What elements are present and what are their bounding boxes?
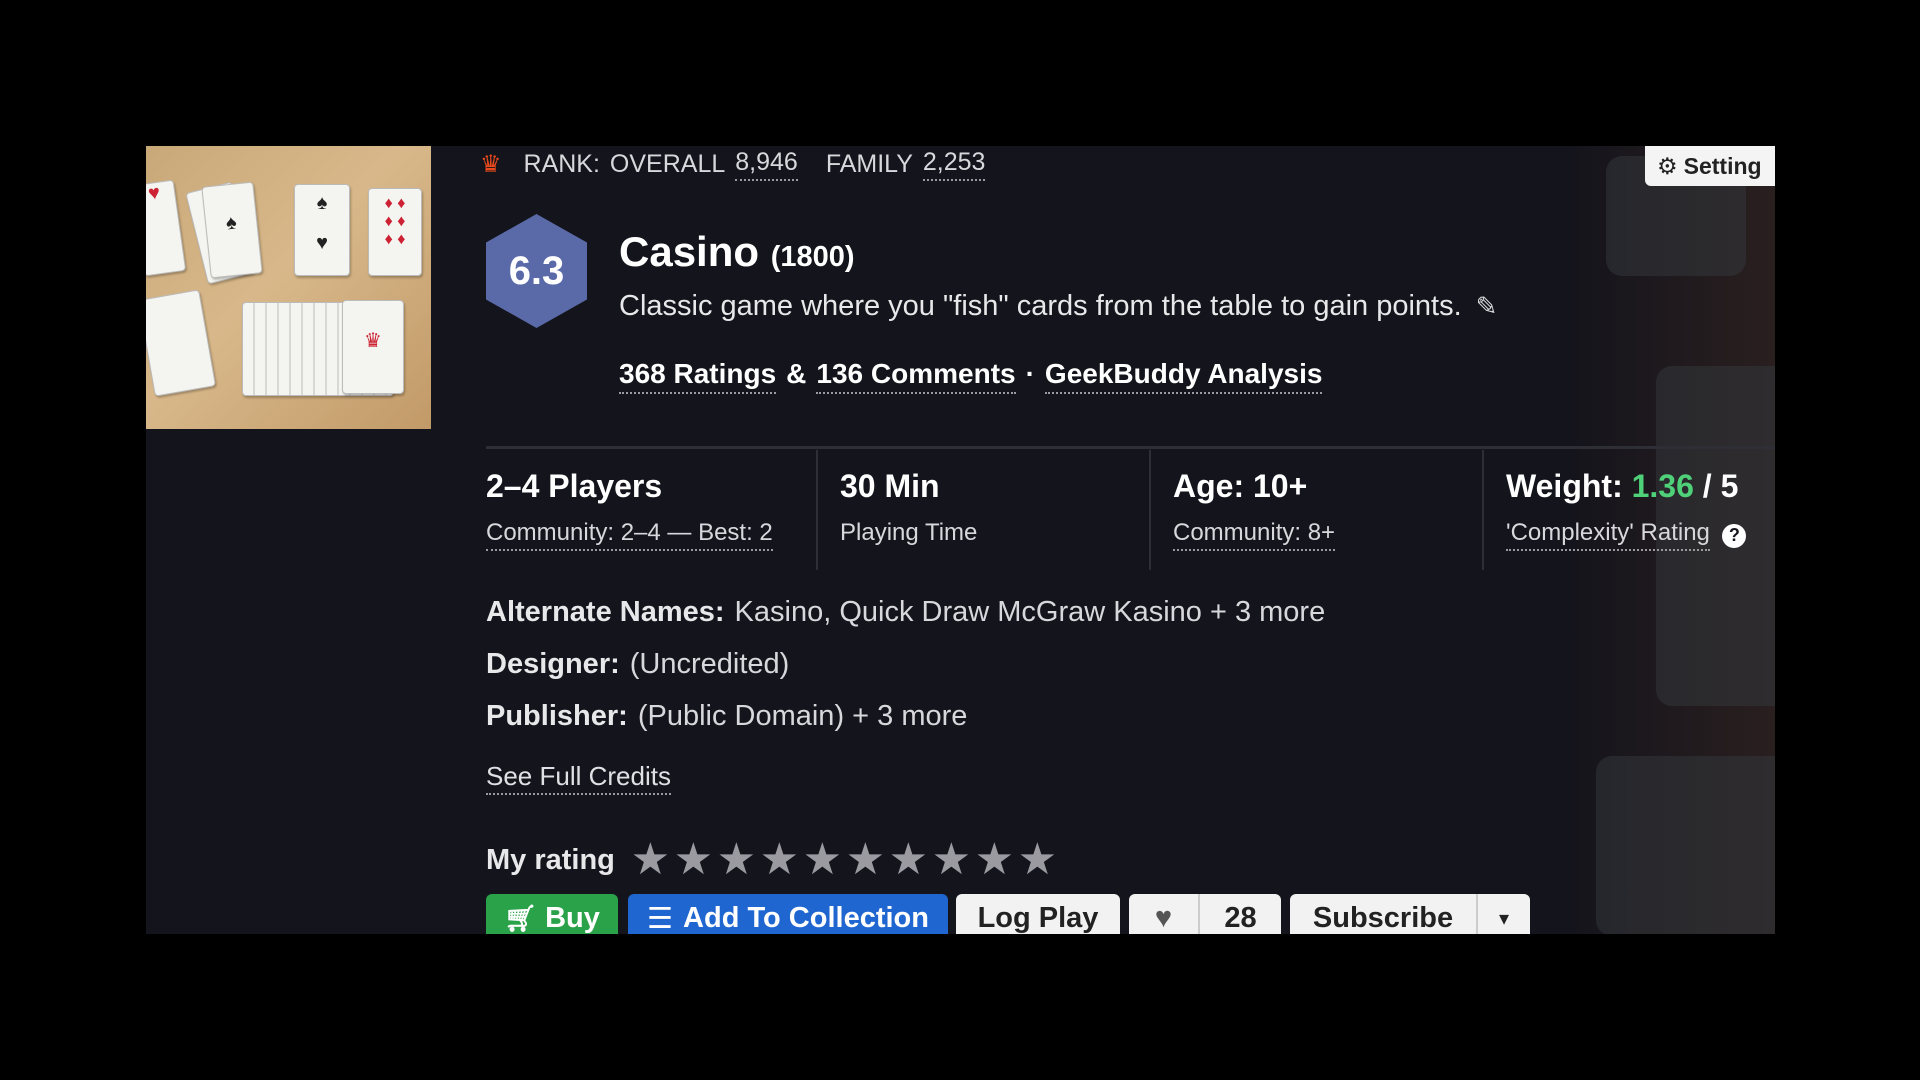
buy-button[interactable]: 🛒︎ Buy	[486, 894, 618, 934]
alt-names-value[interactable]: Kasino, Quick Draw McGraw Kasino + 3 mor…	[735, 596, 1326, 628]
help-icon[interactable]: ?	[1722, 523, 1747, 548]
publisher-label: Publisher:	[486, 700, 628, 732]
alternate-names: Alternate Names: Kasino, Quick Draw McGra…	[486, 596, 1325, 629]
stat-time: 30 Min Playing Time	[840, 468, 977, 547]
stat-players: 2–4 Players Community: 2–4 — Best: 2	[486, 468, 773, 551]
crown-icon: ♛	[480, 150, 502, 178]
players-community-link[interactable]: Community: 2–4 — Best: 2	[486, 519, 773, 551]
age-community-link[interactable]: Community: 8+	[1173, 519, 1336, 551]
stat-age: Age: 10+ Community: 8+	[1173, 468, 1336, 551]
game-title: Casino (1800)	[619, 228, 855, 276]
see-full-credits-link[interactable]: See Full Credits	[486, 761, 671, 795]
log-play-label: Log Play	[977, 901, 1099, 934]
time-label: Playing Time	[840, 519, 978, 546]
rank-overall-label: OVERALL	[609, 149, 726, 178]
star-icon[interactable]: ★	[758, 838, 801, 882]
star-icon[interactable]: ★	[801, 838, 844, 882]
rank-bar: ♛ RANK: OVERALL 8,946 FAMILY 2,253	[480, 146, 986, 182]
my-rating: My rating ★ ★ ★ ★ ★ ★ ★ ★ ★ ★	[486, 838, 1059, 882]
log-play-button[interactable]: Log Play	[956, 894, 1120, 934]
like-button[interactable]: ♥ 28	[1129, 894, 1281, 934]
star-icon[interactable]: ★	[887, 838, 930, 882]
subscribe-label: Subscribe	[1290, 894, 1478, 934]
cart-icon: 🛒︎	[504, 902, 538, 933]
time-value: 30 Min	[840, 468, 940, 504]
complexity-rating-link[interactable]: 'Complexity' Rating	[1506, 519, 1710, 551]
stat-weight: Weight: 1.36 / 5 'Complexity' Rating ?	[1506, 468, 1747, 551]
list-icon: ☰	[647, 902, 674, 935]
add-to-collection-button[interactable]: ☰ Add To Collection	[628, 894, 948, 934]
ampersand: &	[786, 358, 807, 389]
divider	[486, 446, 1775, 449]
rating-stars: ★ ★ ★ ★ ★ ★ ★ ★ ★ ★	[629, 838, 1059, 882]
subscribe-button[interactable]: Subscribe ▾	[1290, 894, 1530, 934]
game-thumbnail[interactable]: ♥ ♠ ♠ ♥ ♦ ♦ ♦ ♦ ♦ ♦ ♛	[146, 146, 431, 429]
designer-value[interactable]: (Uncredited)	[630, 648, 790, 680]
buy-label: Buy	[545, 901, 600, 934]
see-full-credits: See Full Credits	[486, 761, 671, 795]
star-icon[interactable]: ★	[629, 838, 672, 882]
designer-label: Designer:	[486, 648, 620, 680]
rank-overall-link[interactable]: 8,946	[735, 148, 798, 181]
settings-label: Setting	[1683, 152, 1762, 179]
designer-row: Designer: (Uncredited)	[486, 648, 789, 681]
separator-dot: ·	[1025, 358, 1035, 389]
star-icon[interactable]: ★	[930, 838, 973, 882]
star-icon[interactable]: ★	[1016, 838, 1059, 882]
alt-names-label: Alternate Names:	[486, 596, 725, 628]
game-description: Classic game where you "fish" cards from…	[619, 290, 1497, 323]
stat-divider	[1149, 450, 1151, 570]
stat-divider	[816, 450, 818, 570]
weight-value: Weight: 1.36 / 5	[1506, 468, 1746, 505]
star-icon[interactable]: ★	[973, 838, 1016, 882]
rank-family-label: FAMILY	[825, 149, 913, 178]
rank-family-link[interactable]: 2,253	[922, 148, 986, 181]
caret-down-icon[interactable]: ▾	[1478, 906, 1530, 931]
add-to-collection-label: Add To Collection	[683, 901, 929, 934]
game-title-text: Casino	[619, 228, 760, 275]
rank-prefix: RANK:	[523, 149, 600, 178]
game-header-panel: ♥ ♠ ♠ ♥ ♦ ♦ ♦ ♦ ♦ ♦ ♛ ♛ RANK: OVERALL 8,946…	[146, 146, 1775, 934]
like-count: 28	[1224, 901, 1257, 934]
gear-icon: ⚙	[1657, 152, 1678, 179]
star-icon[interactable]: ★	[672, 838, 715, 882]
ratings-links: 368 Ratings & 136 Comments · GeekBuddy A…	[619, 358, 1323, 394]
average-rating-value: 6.3	[508, 248, 565, 293]
star-icon[interactable]: ★	[715, 838, 758, 882]
weight-label: Weight:	[1506, 468, 1623, 504]
age-value: Age: 10+	[1173, 468, 1308, 504]
game-description-text: Classic game where you "fish" cards from…	[619, 290, 1462, 322]
publisher-row: Publisher: (Public Domain) + 3 more	[486, 700, 967, 733]
publisher-value[interactable]: (Public Domain) + 3 more	[638, 700, 968, 732]
weight-number: 1.36	[1631, 468, 1694, 504]
my-rating-label: My rating	[486, 843, 615, 876]
weight-suffix: / 5	[1702, 468, 1739, 504]
geekbuddy-link[interactable]: GeekBuddy Analysis	[1044, 358, 1323, 394]
players-value: 2–4 Players	[486, 468, 663, 504]
comments-link[interactable]: 136 Comments	[816, 358, 1016, 394]
average-rating-badge[interactable]: 6.3	[486, 214, 587, 328]
ratings-link[interactable]: 368 Ratings	[619, 358, 777, 394]
game-year: (1800)	[770, 241, 855, 273]
stat-divider	[1482, 450, 1484, 570]
heart-icon: ♥	[1129, 894, 1201, 934]
pencil-icon[interactable]: ✎	[1476, 291, 1498, 322]
settings-button[interactable]: ⚙ Setting	[1645, 146, 1775, 186]
star-icon[interactable]: ★	[844, 838, 887, 882]
